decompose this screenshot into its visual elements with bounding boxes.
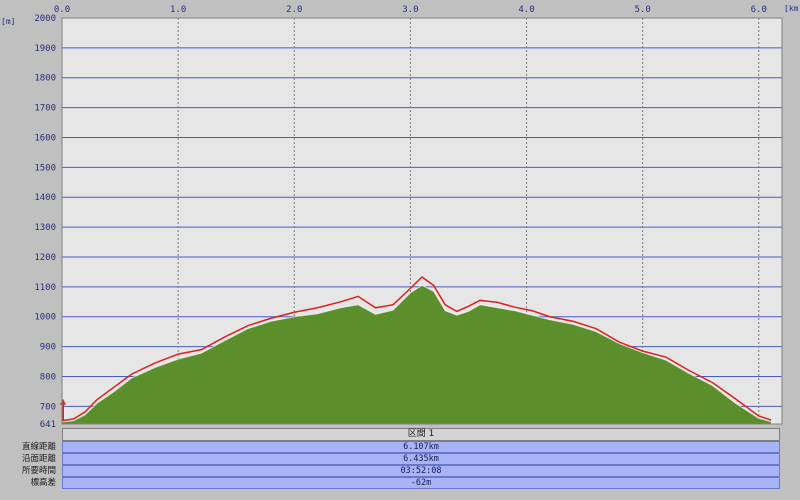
x-tick-label: 2.0	[286, 5, 302, 15]
info-value: 6.107km	[62, 441, 780, 453]
y-tick-label: 1800	[34, 74, 56, 84]
info-label: 直線距離	[21, 442, 56, 452]
info-label: 所要時間	[21, 466, 56, 476]
x-tick-label: 5.0	[635, 5, 651, 15]
info-label: 沿面距離	[21, 454, 56, 464]
x-tick-label: 1.0	[170, 5, 186, 15]
y-tick-label: 800	[40, 372, 56, 382]
y-tick-label: 2000	[34, 14, 56, 24]
y-tick-label: 1200	[34, 253, 56, 263]
x-tick-label: 6.0	[751, 5, 767, 15]
y-tick-label: 700	[40, 402, 56, 412]
y-tick-label: 1600	[34, 133, 56, 143]
y-tick-label: 1000	[34, 313, 56, 323]
y-tick-label: 1400	[34, 193, 56, 203]
y-tick-label: 1300	[34, 223, 56, 233]
info-value: -62m	[62, 477, 780, 489]
info-label: 標高差	[30, 478, 56, 488]
x-tick-label: 3.0	[402, 5, 418, 15]
info-row-surface-distance: 沿面距離 6.435km	[0, 453, 784, 465]
info-row-duration: 所要時間 03:52:08	[0, 465, 784, 477]
y-unit-label: [m]	[1, 17, 15, 26]
y-tick-label: 641	[40, 420, 56, 428]
x-unit-label: [km]	[784, 4, 800, 13]
info-row-elevation-diff: 標高差 -62m	[0, 477, 784, 489]
section-info-panel: 区間 1 直線距離 6.107km 沿面距離 6.435km 所要時間 03:5…	[0, 428, 784, 500]
y-tick-label: 1500	[34, 163, 56, 173]
y-tick-label: 1100	[34, 283, 56, 293]
section-header[interactable]: 区間 1	[62, 428, 780, 441]
y-tick-label: 1700	[34, 104, 56, 114]
info-value: 03:52:08	[62, 465, 780, 477]
x-tick-label: 4.0	[518, 5, 534, 15]
y-tick-label: 900	[40, 343, 56, 353]
x-tick-label: 0.0	[54, 5, 70, 15]
y-tick-label: 1900	[34, 44, 56, 54]
info-row-straight-distance: 直線距離 6.107km	[0, 441, 784, 453]
info-value: 6.435km	[62, 453, 780, 465]
elevation-chart: [m] [km] 2000 1900 1800 1700 1600 1500 1400 130…	[1, 4, 800, 428]
